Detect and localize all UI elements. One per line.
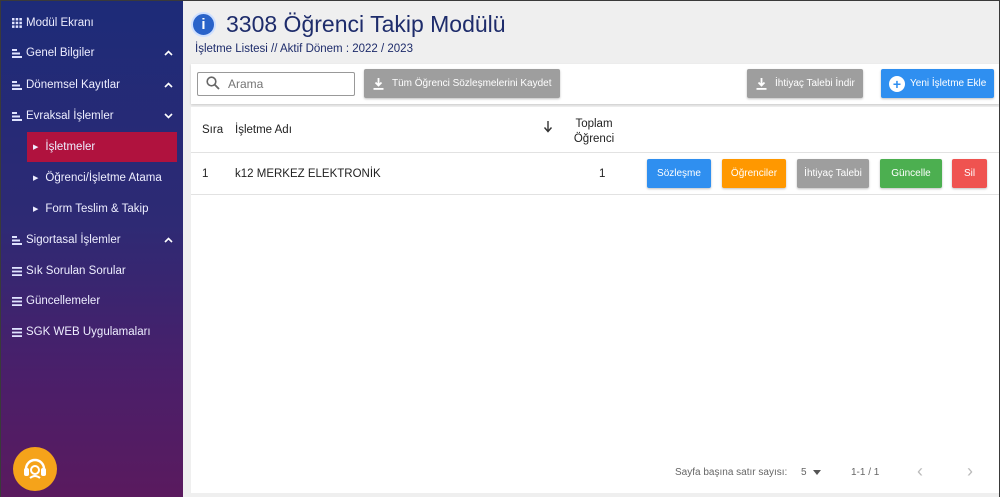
delete-button[interactable]: Sil [952, 159, 987, 188]
page-title: 3308 Öğrenci Takip Modülü [226, 11, 506, 37]
list-icon [11, 48, 23, 58]
add-business-button[interactable]: + Yeni İşletme Ekle [881, 69, 995, 98]
row-divider [191, 194, 999, 195]
rows-per-page-select[interactable]: 5 [801, 467, 821, 478]
update-button[interactable]: Güncelle [880, 159, 942, 188]
download-icon [372, 77, 384, 90]
sidebar-item-general-info[interactable]: Genel Bilgiler [1, 39, 183, 67]
sidebar-item-label: Dönemsel Kayıtlar [26, 79, 120, 91]
sidebar-item-insurance-operations[interactable]: Sigortasal İşlemler [1, 226, 183, 254]
sidebar-item-label: Sık Sorulan Sorular [26, 265, 126, 277]
page-header: i 3308 Öğrenci Takip Modülü [191, 11, 506, 38]
info-icon: i [191, 12, 216, 37]
sidebar-subitem-label: Öğrenci/İşletme Atama [45, 172, 162, 184]
contract-button[interactable]: Sözleşme [647, 159, 711, 188]
download-request-label: İhtiyaç Talebi İndir [775, 78, 855, 89]
sidebar-subitem-label: Form Teslim & Takip [45, 203, 149, 215]
toolbar: Tüm Öğrenci Sözleşmelerini Kaydet İhtiya… [191, 64, 999, 104]
column-header-total-line2: Öğrenci [573, 133, 615, 145]
prev-page-button[interactable]: ‹ [917, 461, 923, 482]
rows-per-page-value: 5 [801, 467, 807, 478]
sidebar-item-label: Genel Bilgiler [26, 47, 95, 59]
sidebar-item-module-screen[interactable]: Modül Ekranı [1, 9, 183, 37]
plus-circle-icon: + [889, 75, 905, 92]
list-icon [11, 111, 23, 121]
sidebar-item-faq[interactable]: Sık Sorulan Sorular [1, 257, 183, 285]
sidebar-item-updates[interactable]: Güncellemeler [1, 287, 183, 315]
menu-icon [11, 296, 23, 306]
sidebar-item-document-operations[interactable]: Evraksal İşlemler [1, 102, 183, 130]
sidebar: Modül Ekranı Genel Bilgiler Dönemsel Kay… [1, 1, 183, 497]
search-input[interactable] [228, 77, 338, 91]
column-header-index: Sıra [202, 124, 224, 136]
sidebar-subitem-student-business-assignment[interactable]: ▶ Öğrenci/İşletme Atama [27, 163, 177, 193]
row-total-students: 1 [599, 168, 606, 180]
page-subtitle: İşletme Listesi // Aktif Dönem : 2022 / … [195, 43, 413, 55]
save-all-contracts-label: Tüm Öğrenci Sözleşmelerini Kaydet [392, 78, 552, 89]
column-header-total-students[interactable]: Toplam Öğrenci [571, 117, 617, 147]
chevron-down-icon [164, 111, 173, 122]
rows-per-page-label: Sayfa başına satır sayısı: [675, 467, 788, 478]
sidebar-item-label: Modül Ekranı [26, 17, 94, 29]
add-business-label: Yeni İşletme Ekle [910, 78, 987, 89]
download-icon [755, 77, 767, 90]
sidebar-item-label: SGK WEB Uygulamaları [26, 326, 151, 338]
save-all-contracts-button[interactable]: Tüm Öğrenci Sözleşmelerini Kaydet [364, 69, 560, 98]
headset-icon [22, 456, 48, 483]
sidebar-subitem-label: İşletmeler [45, 141, 96, 153]
request-button[interactable]: İhtiyaç Talebi [797, 159, 869, 188]
sidebar-item-sgk-web-apps[interactable]: SGK WEB Uygulamaları [1, 318, 183, 346]
sidebar-item-label: Evraksal İşlemler [26, 110, 114, 122]
pagination-range: 1-1 / 1 [851, 467, 880, 478]
students-button[interactable]: Öğrenciler [722, 159, 786, 188]
caret-right-icon: ▶ [33, 206, 39, 213]
list-icon [11, 80, 23, 90]
support-headset-button[interactable] [13, 447, 57, 491]
next-page-button[interactable]: › [967, 461, 973, 482]
download-request-button[interactable]: İhtiyaç Talebi İndir [747, 69, 863, 98]
grid-icon [11, 18, 23, 28]
caret-right-icon: ▶ [33, 144, 39, 151]
search-box [197, 72, 355, 96]
chevron-up-icon [164, 80, 173, 91]
row-business-name: k12 MERKEZ ELEKTRONİK [235, 168, 381, 180]
column-header-total-line1: Toplam [575, 118, 613, 130]
menu-icon [11, 327, 23, 337]
menu-icon [11, 266, 23, 276]
sort-arrow-down-icon[interactable] [543, 121, 553, 136]
column-header-name[interactable]: İşletme Adı [235, 124, 292, 136]
sidebar-subitem-form-delivery[interactable]: ▶ Form Teslim & Takip [27, 194, 177, 224]
sidebar-item-periodic-records[interactable]: Dönemsel Kayıtlar [1, 71, 183, 99]
sidebar-subitem-businesses[interactable]: ▶ İşletmeler [27, 132, 177, 162]
sidebar-item-label: Güncellemeler [26, 295, 101, 307]
caret-right-icon: ▶ [33, 175, 39, 182]
main-area: i 3308 Öğrenci Takip Modülü İşletme List… [183, 1, 999, 497]
business-table: Sıra İşletme Adı Toplam Öğrenci 1 k12 ME… [191, 107, 999, 493]
row-index: 1 [202, 168, 209, 180]
caret-down-icon [812, 467, 821, 478]
search-icon [206, 75, 220, 93]
sidebar-item-label: Sigortasal İşlemler [26, 234, 121, 246]
header-divider [191, 152, 999, 153]
chevron-up-icon [164, 48, 173, 59]
chevron-up-icon [164, 235, 173, 246]
list-icon [11, 235, 23, 245]
